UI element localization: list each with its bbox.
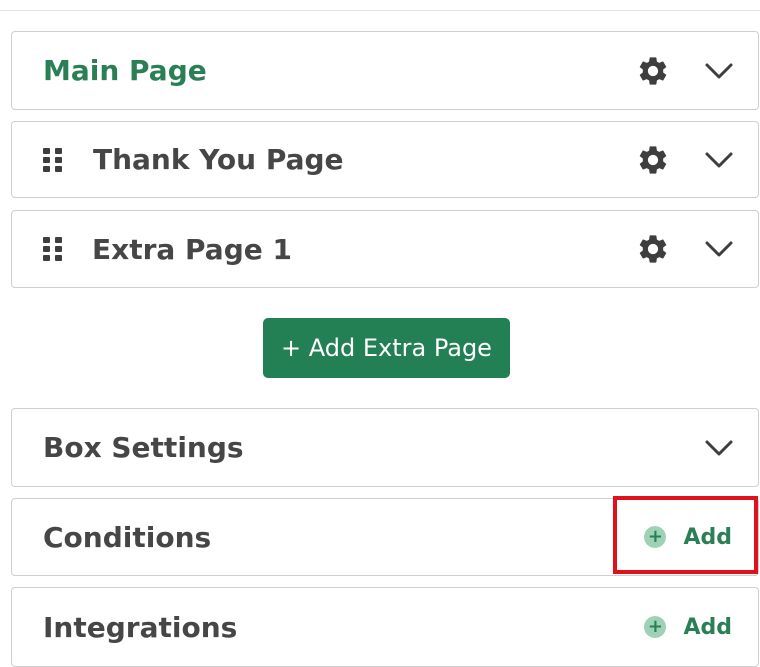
page-panel-extra-1[interactable]: Extra Page 1 [11,210,759,288]
page-title-main: Main Page [43,54,207,87]
highlight-box [613,496,758,574]
integrations-panel: Integrations + Add [11,587,759,667]
chevron-down-icon[interactable] [704,438,734,458]
page-title-extra-1: Extra Page 1 [92,232,292,266]
integrations-add-label: Add [683,614,732,640]
drag-handle-icon[interactable] [42,236,64,262]
box-settings-panel[interactable]: Box Settings [11,408,759,487]
drag-handle-icon[interactable] [42,147,64,173]
gear-icon[interactable] [636,54,670,88]
gear-icon[interactable] [636,232,670,266]
gear-icon[interactable] [636,143,670,177]
chevron-down-icon[interactable] [704,150,734,170]
chevron-down-icon[interactable] [704,239,734,259]
top-divider [0,10,760,11]
page-panel-thank-you[interactable]: Thank You Page [11,121,759,198]
integrations-title: Integrations [43,610,238,644]
conditions-title: Conditions [43,520,212,554]
plus-icon: + [644,616,667,638]
page-panel-main[interactable]: Main Page [11,31,759,110]
page-title-thank-you: Thank You Page [93,143,344,176]
add-extra-page-button[interactable]: + Add Extra Page [263,318,510,378]
integrations-add-button[interactable]: + Add [644,610,732,644]
box-settings-title: Box Settings [43,431,244,464]
chevron-down-icon[interactable] [704,61,734,81]
